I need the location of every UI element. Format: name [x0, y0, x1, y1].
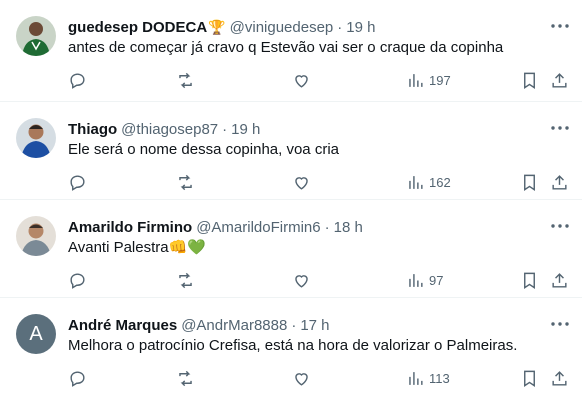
username[interactable]: @viniguedesep	[230, 19, 334, 36]
views-count: 162	[429, 174, 451, 190]
username[interactable]: @AmarildoFirmin6	[196, 219, 320, 236]
views-button[interactable]: 197	[406, 68, 451, 92]
retweet-icon[interactable]	[176, 366, 195, 390]
views-button[interactable]: 113	[406, 366, 450, 390]
timestamp[interactable]: 19 h	[346, 19, 375, 36]
views-chart-icon	[409, 273, 423, 287]
tweet-header: Amarildo Firmino @AmarildoFirmin6 · 18 h	[68, 217, 542, 237]
tweet-text-body: Avanti Palestra	[68, 239, 169, 256]
tweet-actions: 197	[68, 68, 570, 92]
more-options-icon[interactable]	[550, 17, 570, 35]
share-icon[interactable]	[550, 68, 569, 92]
reply-tweet[interactable]: A André Marques @AndrMar8888 · 17 h Melh…	[0, 298, 582, 400]
bookmark-icon[interactable]	[520, 366, 539, 390]
username[interactable]: @thiagosep87	[121, 121, 218, 138]
views-button[interactable]: 97	[406, 268, 443, 292]
avatar[interactable]: A	[16, 314, 56, 354]
timestamp[interactable]: 18 h	[334, 219, 363, 236]
retweet-icon[interactable]	[176, 170, 195, 194]
more-options-icon[interactable]	[550, 119, 570, 137]
tweet-header: Thiago @thiagosep87 · 19 h	[68, 119, 542, 139]
reply-icon[interactable]	[68, 170, 87, 194]
reply-icon[interactable]	[68, 268, 87, 292]
like-icon[interactable]	[292, 268, 311, 292]
views-chart-icon	[409, 175, 423, 189]
trophy-emoji: 🏆	[208, 18, 226, 35]
display-name[interactable]: guedesep DODECA	[68, 19, 207, 36]
display-name[interactable]: Thiago	[68, 121, 117, 138]
views-chart-icon	[409, 73, 423, 87]
tweet-actions: 162	[68, 170, 570, 194]
views-count: 113	[429, 370, 450, 386]
tweet-header: guedesep DODECA 🏆 @viniguedesep · 19 h	[68, 17, 542, 37]
fist-heart-emoji: 👊💚	[168, 239, 206, 256]
bookmark-icon[interactable]	[520, 268, 539, 292]
avatar[interactable]	[16, 16, 56, 56]
tweet-text: Melhora o patrocínio Crefisa, está na ho…	[68, 337, 518, 354]
separator-dot: ·	[324, 218, 330, 236]
timestamp[interactable]: 19 h	[231, 121, 260, 138]
more-options-icon[interactable]	[550, 315, 570, 333]
share-icon[interactable]	[550, 366, 569, 390]
avatar-photo-icon	[16, 118, 56, 158]
like-icon[interactable]	[292, 68, 311, 92]
like-icon[interactable]	[292, 170, 311, 194]
avatar[interactable]	[16, 118, 56, 158]
tweet-header: André Marques @AndrMar8888 · 17 h	[68, 315, 542, 335]
views-count: 97	[429, 272, 444, 288]
tweet-text: antes de começar já cravo q Estevão vai …	[68, 39, 504, 56]
share-icon[interactable]	[550, 170, 569, 194]
views-button[interactable]: 162	[406, 170, 451, 194]
tweet-text: Avanti Palestra👊💚	[68, 238, 206, 258]
bookmark-icon[interactable]	[520, 68, 539, 92]
avatar-photo-icon	[16, 16, 56, 56]
retweet-icon[interactable]	[176, 68, 195, 92]
more-options-icon[interactable]	[550, 217, 570, 235]
like-icon[interactable]	[292, 366, 311, 390]
reply-tweet[interactable]: Thiago @thiagosep87 · 19 h Ele será o no…	[0, 102, 582, 200]
retweet-icon[interactable]	[176, 268, 195, 292]
views-chart-icon	[409, 371, 423, 385]
bookmark-icon[interactable]	[520, 170, 539, 194]
reply-tweet[interactable]: Amarildo Firmino @AmarildoFirmin6 · 18 h…	[0, 200, 582, 298]
display-name[interactable]: André Marques	[68, 317, 177, 334]
replies-feed: guedesep DODECA 🏆 @viniguedesep · 19 h a…	[0, 0, 582, 410]
reply-icon[interactable]	[68, 68, 87, 92]
reply-tweet[interactable]: guedesep DODECA 🏆 @viniguedesep · 19 h a…	[0, 0, 582, 102]
timestamp[interactable]: 17 h	[300, 317, 329, 334]
separator-dot: ·	[291, 316, 297, 334]
avatar[interactable]	[16, 216, 56, 256]
tweet-actions: 97	[68, 268, 570, 292]
views-count: 197	[429, 72, 451, 88]
username[interactable]: @AndrMar8888	[181, 317, 287, 334]
reply-icon[interactable]	[68, 366, 87, 390]
separator-dot: ·	[222, 120, 228, 138]
share-icon[interactable]	[550, 268, 569, 292]
avatar-photo-icon	[16, 216, 56, 256]
tweet-actions: 113	[68, 366, 570, 390]
display-name[interactable]: Amarildo Firmino	[68, 219, 192, 236]
tweet-text: Ele será o nome dessa copinha, voa cria	[68, 141, 339, 158]
separator-dot: ·	[337, 18, 343, 36]
